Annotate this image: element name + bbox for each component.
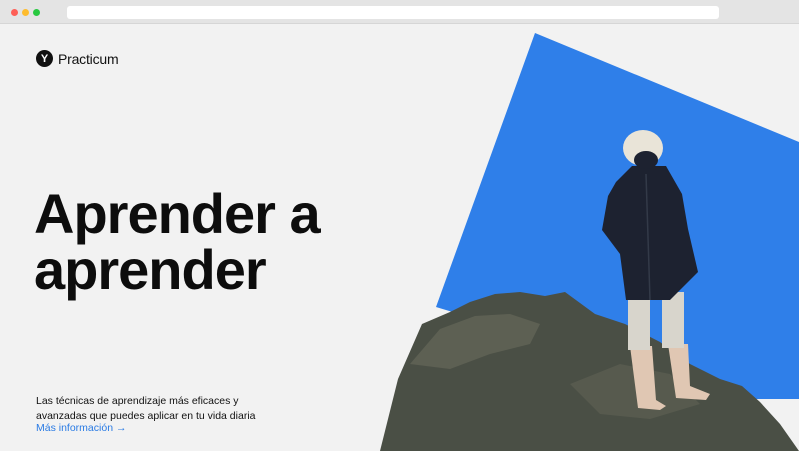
more-info-link[interactable]: Más información → [36,422,126,434]
page-title: Aprender a aprender [34,186,394,298]
brand-name: Practicum [58,50,119,67]
hero-illustration [380,33,799,451]
address-bar[interactable] [67,6,719,19]
maximize-window-button[interactable] [33,9,40,16]
browser-chrome [0,0,799,24]
close-window-button[interactable] [11,9,18,16]
page-title-line-2: aprender [34,238,267,301]
minimize-window-button[interactable] [22,9,29,16]
hero-description: Las técnicas de aprendizaje más eficaces… [36,395,256,422]
page-title-line-1: Aprender a [34,182,321,245]
landing-page: Y Practicum Aprender a aprender Las técn… [0,24,799,451]
brand-logo[interactable]: Y Practicum [36,50,119,67]
practicum-logo-icon: Y [36,50,53,67]
